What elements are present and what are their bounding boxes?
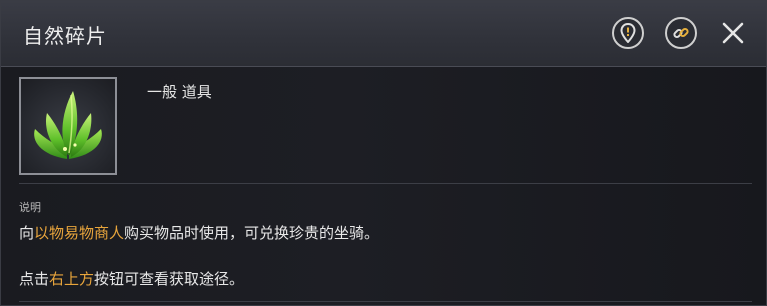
bottom-divider [19, 301, 752, 302]
close-icon [722, 22, 744, 44]
description-text: 点击 [19, 270, 50, 288]
description-line-1: 向以物易物商人购买物品时使用，可兑换珍贵的坐骑。 [19, 222, 379, 243]
description-text: 购买物品时使用，可兑换珍贵的坐骑。 [124, 224, 380, 242]
description-line-2: 点击右上方按钮可查看获取途径。 [19, 268, 244, 289]
window-header: 自然碎片 [1, 1, 766, 67]
description-text: 按钮可查看获取途径。 [94, 270, 245, 288]
barter-merchant-highlight: 以物易物商人 [34, 224, 125, 242]
chain-link-icon [673, 27, 689, 39]
window-title: 自然碎片 [23, 24, 107, 48]
acquisition-location-button[interactable] [612, 17, 644, 49]
description-label: 说明 [19, 201, 41, 214]
section-divider [19, 183, 752, 184]
green-leaf-sprout-icon [34, 91, 102, 159]
description-text: 向 [19, 224, 35, 242]
close-button[interactable] [717, 17, 749, 49]
item-icon-slot[interactable] [19, 77, 117, 175]
item-category: 一般 道具 [147, 83, 212, 101]
link-item-button[interactable] [665, 17, 697, 49]
top-right-highlight: 右上方 [49, 270, 95, 288]
item-tooltip-window: 自然碎片 一般 道具 说明 向以物易物商人购买物品时使用，可兑换珍贵的坐骑。 点… [0, 0, 767, 306]
location-pin-icon [620, 23, 636, 43]
